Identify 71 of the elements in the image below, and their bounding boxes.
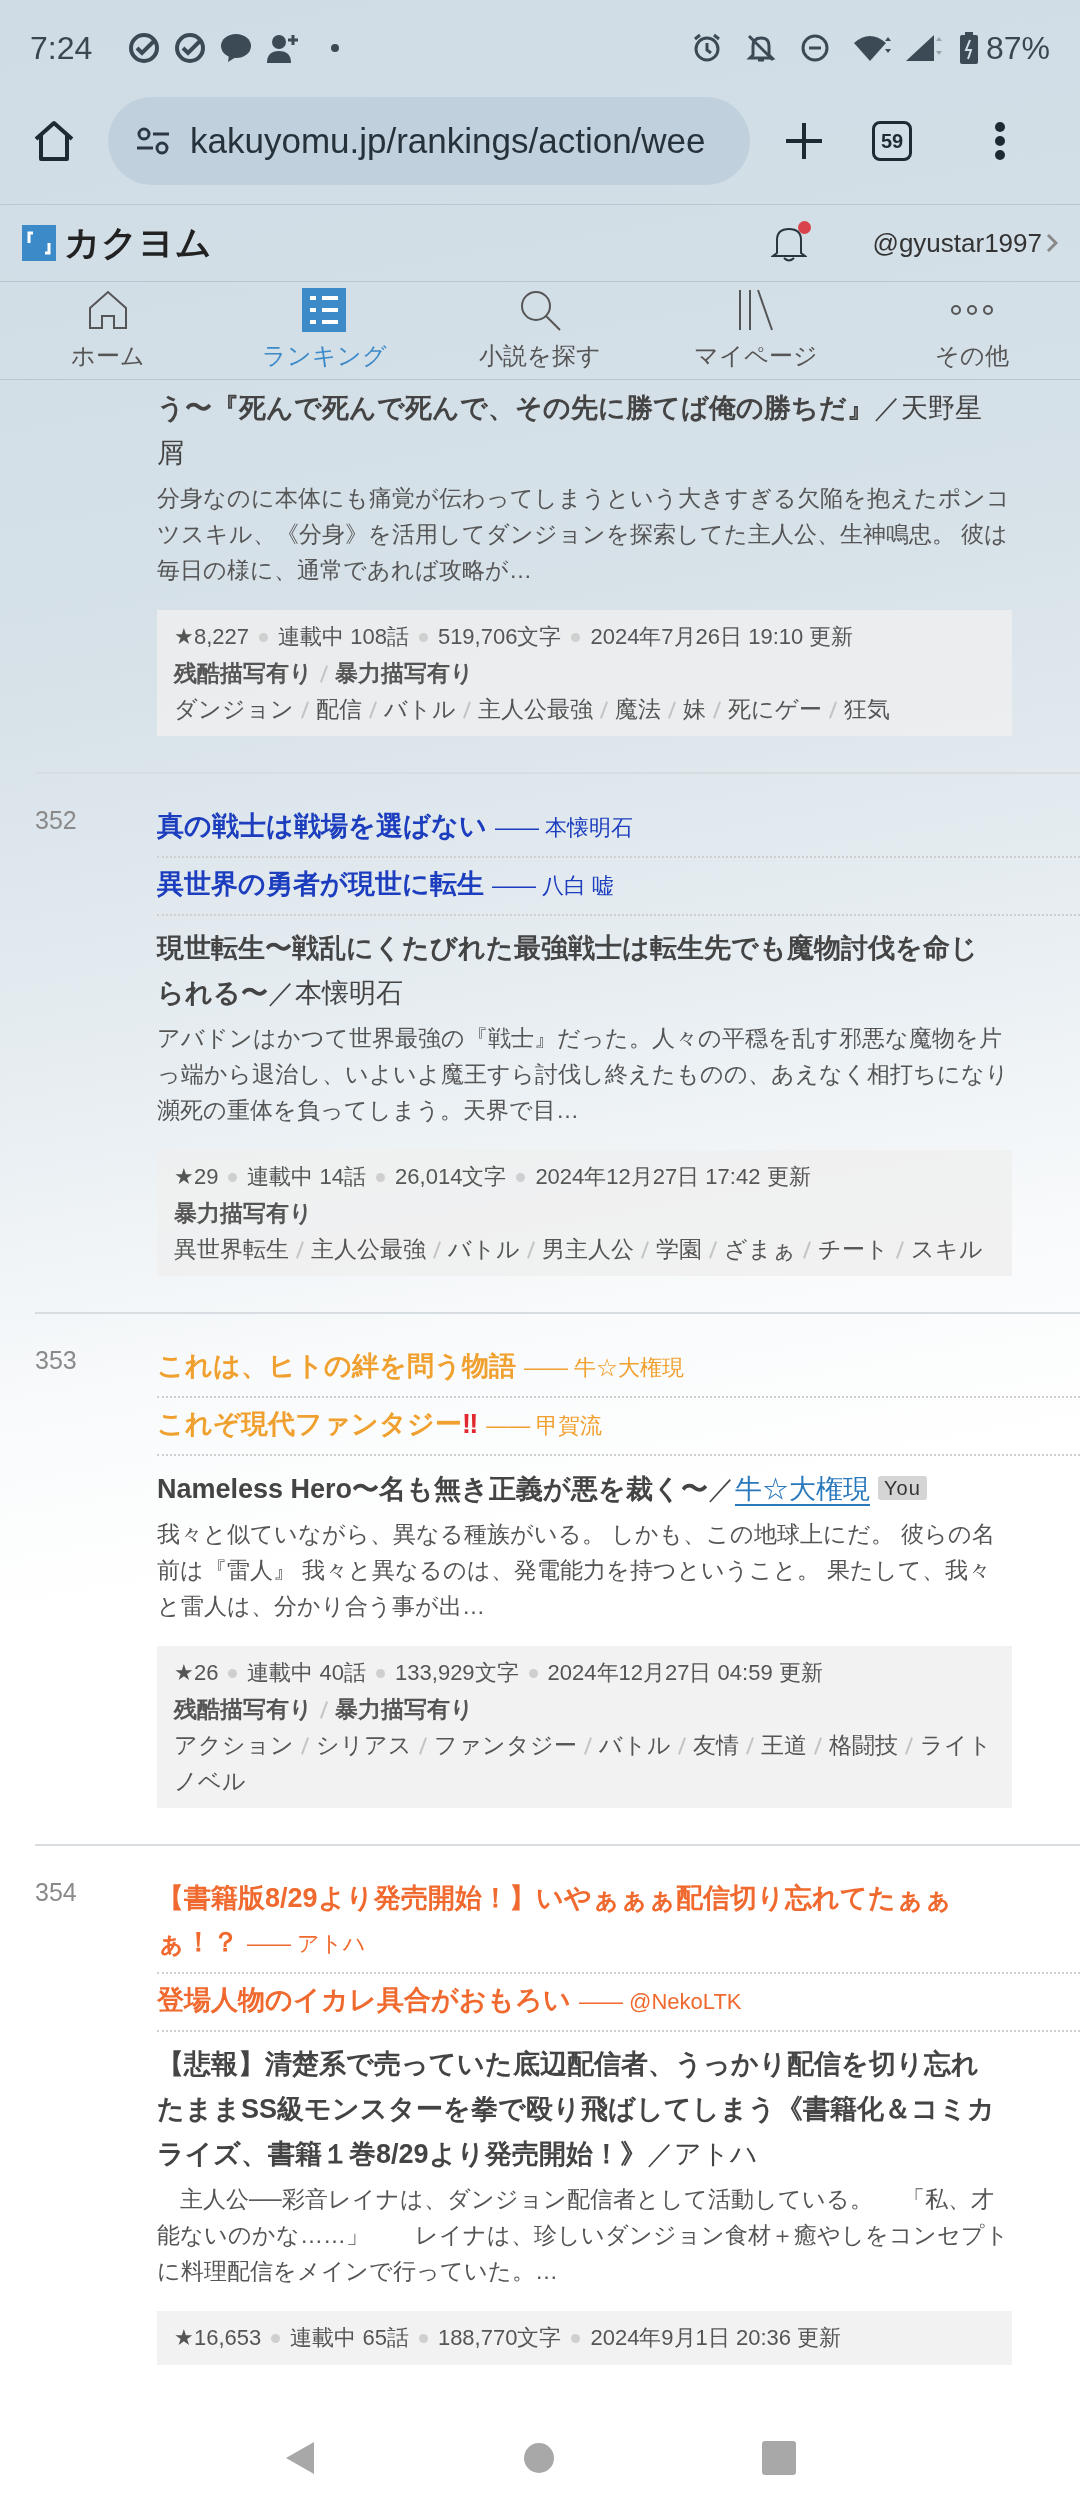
nav-tab[interactable]: ホーム: [0, 282, 216, 379]
url-text: kakuyomu.jp/rankings/action/wee: [190, 119, 706, 162]
meta-item: 519,706文字: [437, 624, 562, 649]
tab-count-button[interactable]: 59: [872, 121, 912, 161]
user-link[interactable]: @gyustar1997: [872, 223, 1042, 263]
rank-number: 354: [35, 1878, 77, 1906]
meta-item: 連載中 14話: [247, 1164, 367, 1189]
battery-icon: [959, 31, 978, 64]
you-badge: You: [878, 1476, 927, 1500]
work-description: アバドンはかつて世界最強の『戦士』だった。人々の平穏を乱す邪悪な魔物を片っ端から退治し、いよいよ魔王すら討伐し終えたものの、あえなく相打ちになり瀕死の重体を負ってしまう。天界で目…: [157, 1024, 1010, 1125]
work-title[interactable]: Nameless Hero〜名も無き正義が悪を裁く〜／牛☆大権現 $^{You}$: [157, 1466, 1002, 1512]
status-time: 7:24: [30, 28, 93, 68]
notification-button[interactable]: [770, 223, 811, 263]
rank-number: 353: [35, 1346, 77, 1374]
alarm-icon: [691, 32, 722, 63]
rank-number: 352: [35, 806, 77, 834]
list-icon: [302, 287, 346, 332]
author-link[interactable]: 牛☆大権現: [735, 1474, 871, 1506]
warning-label: 暴力描写有り: [174, 1200, 313, 1226]
chat-bubble-icon: [220, 32, 253, 63]
meta-item: 133,929文字: [395, 1660, 519, 1685]
warning-label: 暴力描写有り: [335, 1696, 474, 1722]
tag-list[interactable]: 異世界転生 主人公最強 バトル 男主人公 学園 ざまぁ チート スキル: [174, 1231, 995, 1267]
work-title[interactable]: 現世転生〜戦乱にくたびれた最強戦士は転生先でも魔物討伐を命じられる〜／本懐明石: [157, 926, 1002, 1016]
work-description: 我々と似ていながら、異なる種族がいる。 しかも、この地球上にだ。 彼らの名前は『雷人』 我々と異なるのは、発電能力を持つということ。 果たして、我々と雷人は、分かり合う事が出…: [157, 1520, 996, 1621]
meta-item: ★26: [174, 1660, 219, 1685]
site-logo-text[interactable]: カクヨム: [64, 216, 212, 270]
review-link[interactable]: これぞ現代ファンタジー‼ —— 甲賀流: [157, 1404, 1000, 1448]
check-circle-icon: [174, 31, 207, 64]
meta-item: 188,770文字: [437, 2325, 562, 2350]
work-description: 主人公──彩音レイナは、ダンジョン配信者として活動している。 「私、才能ないのかな……」 レイナは、珍しいダンジョン食材＋癒やしをコンセプトに料理配信をメインで行っていた。…: [157, 2185, 1010, 2286]
meta-item: 2024年12月27日 17:42 更新: [535, 1164, 811, 1189]
address-bar[interactable]: kakuyomu.jp/rankings/action/wee: [108, 97, 750, 185]
meta-item: 2024年12月27日 04:59 更新: [547, 1660, 823, 1685]
dot-icon: [330, 42, 341, 53]
meta-item: ★29: [174, 1164, 219, 1189]
plus-icon[interactable]: [784, 121, 824, 161]
meta-item: 2024年7月26日 19:10 更新: [590, 624, 854, 649]
bell-off-icon: [745, 32, 776, 63]
separator-slash: [320, 665, 328, 683]
meta-item: ★8,227: [174, 624, 250, 649]
warning-label: 残酷描写有り: [174, 1696, 313, 1722]
meta-item: 2024年9月1日 20:36 更新: [590, 2325, 842, 2350]
nav-tab[interactable]: その他: [864, 282, 1080, 379]
warning-label: 残酷描写有り: [174, 660, 313, 686]
meta-item: ★16,653: [174, 2325, 262, 2350]
more-icon: [950, 303, 994, 316]
tag-list[interactable]: アクション シリアス ファンタジー バトル 友情 王道 格闘技 ライトノベル: [174, 1727, 995, 1799]
tune-icon: [136, 126, 170, 156]
work-title[interactable]: う〜『死んで死んで死んで、その先に勝てば俺の勝ちだ』／天野星屑: [157, 386, 1002, 476]
meta-item: 26,014文字: [395, 1164, 507, 1189]
meta-item: 連載中 108話: [278, 624, 409, 649]
work-description: 分身なのに本体にも痛覚が伝わってしまうという大きすぎる欠陥を抱えたポンコツスキル、《分身》を活用してダンジョンを探索してた主人公、生神鳴忠。 彼は毎日の様に、通常であれば攻略が…: [157, 484, 1011, 585]
check-circle-icon: [128, 31, 161, 64]
menu-icon[interactable]: [994, 121, 1006, 161]
logo-icon[interactable]: [22, 225, 56, 261]
review-link[interactable]: 真の戦士は戦場を選ばない —— 本懐明石: [157, 806, 1000, 850]
warning-label: 暴力描写有り: [335, 660, 474, 686]
nav-tab[interactable]: マイページ: [648, 282, 864, 379]
battery-percent: 87%: [985, 28, 1050, 68]
meta-item: 連載中 40話: [247, 1660, 367, 1685]
work-title[interactable]: 【悲報】清楚系で売っていた底辺配信者、うっかり配信を切り忘れたままSS級モンスターを拳で殴り飛ばしてしまう《書籍化＆コミカライズ、書籍１巻8/29より発売開始！》／アトハ: [157, 2042, 1002, 2177]
home-icon[interactable]: [32, 119, 76, 163]
review-link[interactable]: 異世界の勇者が現世に転生 —— 八白 嘘: [157, 864, 1000, 908]
do-not-disturb-icon: [799, 32, 830, 63]
tag-list[interactable]: ダンジョン 配信 バトル 主人公最強 魔法 妹 死にゲー 狂気: [174, 691, 995, 727]
meta-item: 連載中 65話: [290, 2325, 409, 2350]
nav-tab[interactable]: 小説を探す: [432, 282, 648, 379]
person-add-icon: [266, 32, 301, 63]
chevron-right-icon: [1046, 233, 1058, 253]
separator-slash: [320, 1701, 328, 1719]
